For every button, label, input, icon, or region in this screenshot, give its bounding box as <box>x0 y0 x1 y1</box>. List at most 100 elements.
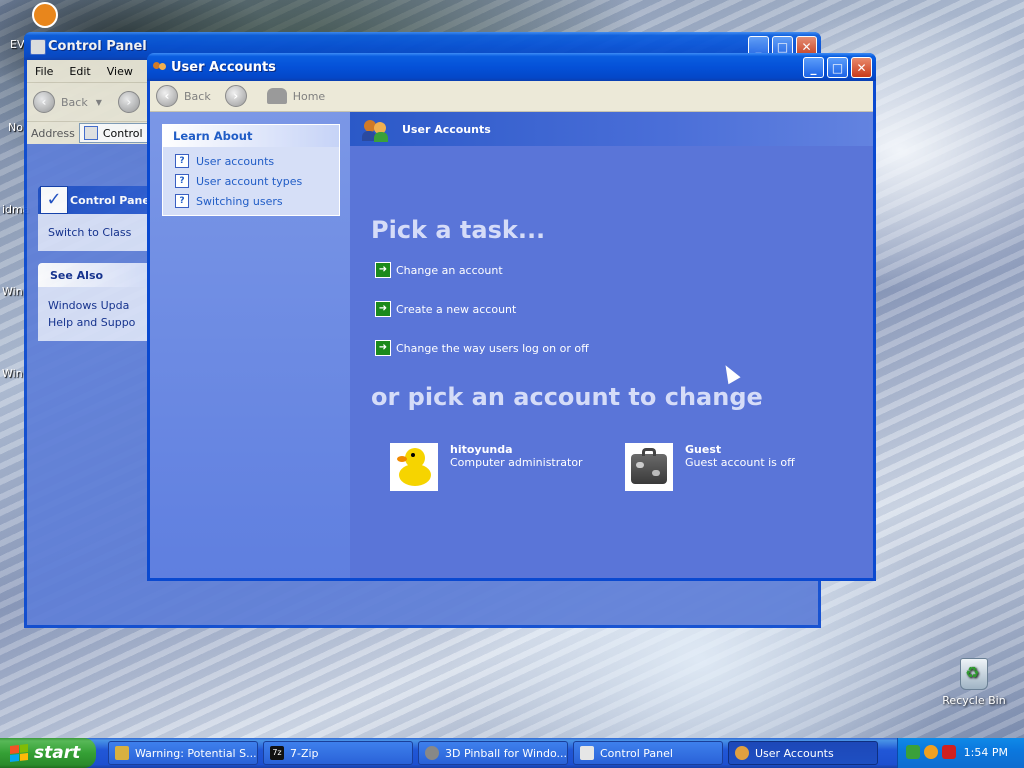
recycle-bin[interactable]: Recycle Bin <box>940 658 1008 707</box>
green-arrow-icon: ➜ <box>375 301 391 317</box>
user-accounts-header: User Accounts <box>350 112 873 146</box>
rubber-duck-picture <box>390 443 438 491</box>
suitcase-picture <box>625 443 673 491</box>
taskbar-item-label: Warning: Potential S... <box>135 746 257 760</box>
learn-switching-users-link[interactable]: ? Switching users <box>163 191 339 211</box>
forward-arrow-icon: › <box>224 85 247 107</box>
warning-icon <box>115 746 129 760</box>
network-icon[interactable] <box>906 745 920 759</box>
taskbar-item-control-panel[interactable]: Control Panel <box>573 741 723 765</box>
checkmark-icon: ✓ <box>40 186 68 214</box>
user-accounts-side-pane: Learn About ? User accounts ? User accou… <box>150 112 350 578</box>
address-control-panel-icon <box>83 126 98 140</box>
maximize-button[interactable]: □ <box>827 57 848 78</box>
taskbar-item-label: Control Panel <box>600 746 673 760</box>
taskbar-item-label: 3D Pinball for Windo... <box>445 746 568 760</box>
back-arrow-icon: ‹ <box>156 85 178 107</box>
control-panel-title: Control Panel <box>48 39 147 54</box>
desktop-label-ev[interactable]: EV <box>10 38 24 51</box>
forward-arrow-icon: › <box>117 91 140 113</box>
learn-user-accounts-link[interactable]: ? User accounts <box>163 151 339 171</box>
green-arrow-icon: ➜ <box>375 340 391 356</box>
learn-user-accounts-label: User accounts <box>196 154 275 168</box>
account-name: Guest <box>685 443 722 456</box>
user-accounts-title-icon <box>153 60 167 74</box>
start-label: start <box>34 743 81 763</box>
app-shortcut-icon[interactable] <box>32 2 58 28</box>
recycle-bin-icon <box>960 658 988 690</box>
taskbar-item-pinball[interactable]: 3D Pinball for Windo... <box>418 741 568 765</box>
help-icon: ? <box>175 174 189 188</box>
user-accounts-icon <box>735 746 749 760</box>
create-account-task[interactable]: ➜ Create a new account <box>375 301 516 317</box>
close-button[interactable]: ✕ <box>851 57 872 78</box>
windows-flag-icon <box>10 744 28 762</box>
taskbar-item-label: User Accounts <box>755 746 834 760</box>
forward-button[interactable]: › <box>117 91 146 113</box>
account-type: Guest account is off <box>685 456 795 469</box>
pick-task-heading: Pick a task... <box>371 216 546 244</box>
address-label: Address <box>31 126 75 140</box>
account-hitoyunda[interactable]: hitoyunda Computer administrator <box>390 443 583 491</box>
7zip-icon: 7z <box>270 746 284 760</box>
taskbar-item-label: 7-Zip <box>290 746 319 760</box>
taskbar-item-user-accounts[interactable]: User Accounts <box>728 741 878 765</box>
menu-edit[interactable]: Edit <box>69 65 90 78</box>
pinball-icon <box>425 746 439 760</box>
back-arrow-icon: ‹ <box>33 91 55 113</box>
user-accounts-window[interactable]: User Accounts _ □ ✕ ‹ Back › Home Learn … <box>147 53 876 581</box>
system-tray: 1:54 PM <box>897 738 1024 768</box>
forward-button[interactable]: › <box>224 85 253 107</box>
pick-account-heading: or pick an account to change <box>371 383 763 411</box>
create-account-label: Create a new account <box>396 302 517 316</box>
menu-view[interactable]: View <box>107 65 133 78</box>
learn-about-title: Learn About <box>163 125 339 147</box>
taskbar: start Warning: Potential S... 7z 7-Zip 3… <box>0 738 1024 768</box>
minimize-button[interactable]: _ <box>803 57 824 78</box>
taskbar-item-7zip[interactable]: 7z 7-Zip <box>263 741 413 765</box>
user-accounts-title: User Accounts <box>171 60 276 75</box>
desktop-label-win-1[interactable]: Win <box>2 285 23 298</box>
change-account-label: Change an account <box>396 263 503 277</box>
control-panel-box-title: Control Panel <box>70 193 154 207</box>
home-users-icon <box>266 88 287 104</box>
clock[interactable]: 1:54 PM <box>964 746 1008 759</box>
back-button[interactable]: ‹ Back ▼ <box>33 91 102 113</box>
back-button[interactable]: ‹ Back <box>156 85 211 107</box>
control-panel-icon <box>580 746 594 760</box>
account-name: hitoyunda <box>450 443 513 456</box>
start-button[interactable]: start <box>0 738 96 768</box>
green-arrow-icon: ➜ <box>375 262 391 278</box>
learn-switching-users-label: Switching users <box>196 194 283 208</box>
user-accounts-header-title: User Accounts <box>402 122 491 136</box>
security-shield-icon[interactable] <box>942 745 956 759</box>
change-logon-label: Change the way users log on or off <box>396 341 589 355</box>
home-button[interactable]: Home <box>266 88 326 104</box>
change-account-task[interactable]: ➜ Change an account <box>375 262 503 278</box>
help-icon: ? <box>175 194 189 208</box>
learn-user-account-types-label: User account types <box>196 174 303 188</box>
user-accounts-titlebar[interactable]: User Accounts _ □ ✕ <box>147 53 876 81</box>
desktop: EV No idma Win Win Recycle Bin Control P… <box>0 0 1024 738</box>
control-panel-icon <box>30 39 46 55</box>
taskbar-item-warning[interactable]: Warning: Potential S... <box>108 741 258 765</box>
change-logon-task[interactable]: ➜ Change the way users log on or off <box>375 340 589 356</box>
back-label: Back <box>184 89 211 103</box>
user-accounts-body: ‹ Back › Home Learn About ? User account… <box>150 81 873 578</box>
user-accounts-people-icon <box>362 118 392 142</box>
learn-user-account-types-link[interactable]: ? User account types <box>163 171 339 191</box>
back-dropdown-icon[interactable]: ▼ <box>96 98 102 107</box>
help-icon: ? <box>175 154 189 168</box>
desktop-label-win-2[interactable]: Win <box>2 367 23 380</box>
menu-file[interactable]: File <box>35 65 53 78</box>
search-icon[interactable] <box>924 745 938 759</box>
account-type: Computer administrator <box>450 456 583 469</box>
user-accounts-toolbar: ‹ Back › Home <box>150 81 873 112</box>
home-label: Home <box>292 89 326 103</box>
desktop-label-no[interactable]: No <box>8 121 23 134</box>
user-accounts-main-pane: User Accounts Pick a task... ➜ Change an… <box>350 112 873 578</box>
account-guest[interactable]: Guest Guest account is off <box>625 443 795 491</box>
learn-about-box: Learn About ? User accounts ? User accou… <box>162 124 340 216</box>
back-label: Back <box>61 95 88 109</box>
recycle-bin-label: Recycle Bin <box>942 694 1006 707</box>
